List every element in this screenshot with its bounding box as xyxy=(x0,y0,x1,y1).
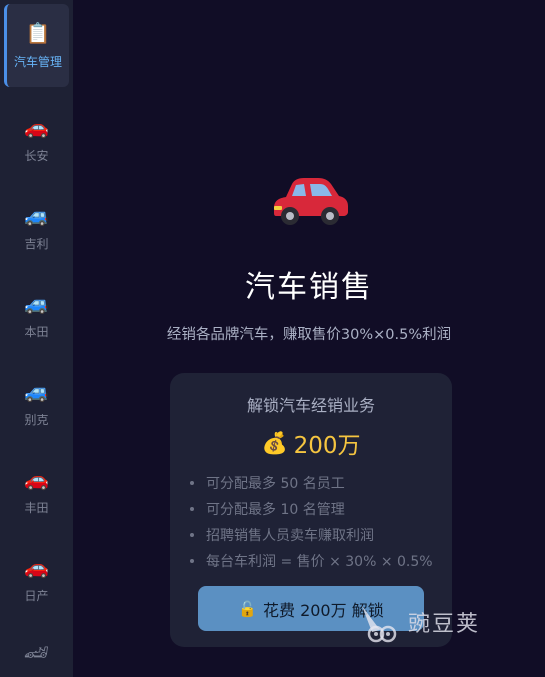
price: 💰 200万 xyxy=(170,426,452,460)
card-title: 解锁汽车经销业务 xyxy=(246,396,375,415)
sidebar-item-label: 长安 xyxy=(24,149,49,163)
bullet-dot xyxy=(190,559,194,563)
sidebar-item-changan[interactable]: 🚗 长安 xyxy=(4,98,69,181)
watermark-text: 豌豆荚 xyxy=(408,612,481,637)
red-car-icon: 🚗 xyxy=(24,115,49,139)
sidebar-item-buick[interactable]: 🚙 别克 xyxy=(4,362,69,445)
sidebar-item-honda[interactable]: 🚙 本田 xyxy=(4,274,69,357)
watermark: 豌豆荚 xyxy=(358,600,480,644)
sidebar-item-nissan[interactable]: 🚗 日产 xyxy=(4,538,69,621)
page-title: 汽车销售 xyxy=(245,270,373,305)
main-panel: 汽车销售 经销各品牌汽车，赚取售价30%×0.5%利润 解锁汽车经销业务 💰 2… xyxy=(73,0,545,677)
list-item: 每台车利润 = 售价 × 30% × 0.5% xyxy=(190,548,452,574)
sidebar-item-label: 吉利 xyxy=(24,237,49,251)
list-item-text: 可分配最多 50 名员工 xyxy=(206,476,345,492)
sidebar: 📋 汽车管理 🚗 长安 🚙 吉利 🚙 本田 🚙 别克 🚗 丰田 🚗 日产 🏎 xyxy=(0,0,73,677)
list-item: 可分配最多 10 名管理 xyxy=(190,496,452,522)
sidebar-item-label: 别克 xyxy=(24,413,49,427)
red-car-icon: 🚗 xyxy=(24,555,49,579)
bullet-dot xyxy=(190,481,194,485)
bullet-dot xyxy=(190,507,194,511)
sidebar-item-more[interactable]: 🏎 xyxy=(4,640,69,677)
sidebar-item-label: 汽车管理 xyxy=(13,55,62,69)
list-item-text: 可分配最多 10 名管理 xyxy=(206,502,345,518)
sidebar-item-geely[interactable]: 🚙 吉利 xyxy=(4,186,69,269)
bullet-dot xyxy=(190,533,194,537)
benefit-list: 可分配最多 50 名员工 可分配最多 10 名管理 招聘销售人员卖车赚取利润 每… xyxy=(190,470,452,574)
blue-car-icon: 🚙 xyxy=(24,203,49,227)
red-car-icon xyxy=(73,172,545,230)
blue-car-icon: 🚙 xyxy=(24,379,49,403)
list-item-text: 招聘销售人员卖车赚取利润 xyxy=(206,528,374,544)
clipboard-icon: 📋 xyxy=(25,21,51,45)
sidebar-item-toyota[interactable]: 🚗 丰田 xyxy=(4,450,69,533)
lock-icon: 🔓 xyxy=(238,599,257,618)
watermark-logo-icon xyxy=(362,606,397,643)
list-item-text: 每台车利润 = 售价 × 30% × 0.5% xyxy=(206,554,433,570)
money-bag-icon: 💰 xyxy=(261,430,288,455)
red-car-icon: 🚗 xyxy=(24,467,49,491)
blue-car-icon: 🚙 xyxy=(24,291,49,315)
sidebar-item-car-management[interactable]: 📋 汽车管理 xyxy=(4,4,69,87)
sidebar-item-label: 日产 xyxy=(24,589,49,603)
sidebar-item-label: 丰田 xyxy=(24,501,49,515)
list-item: 可分配最多 50 名员工 xyxy=(190,470,452,496)
sidebar-item-label: 本田 xyxy=(24,325,49,339)
page-subtitle: 经销各品牌汽车，赚取售价30%×0.5%利润 xyxy=(166,327,452,343)
list-item: 招聘销售人员卖车赚取利润 xyxy=(190,522,452,548)
race-car-icon: 🏎 xyxy=(23,640,50,664)
price-value: 200万 xyxy=(293,433,361,459)
